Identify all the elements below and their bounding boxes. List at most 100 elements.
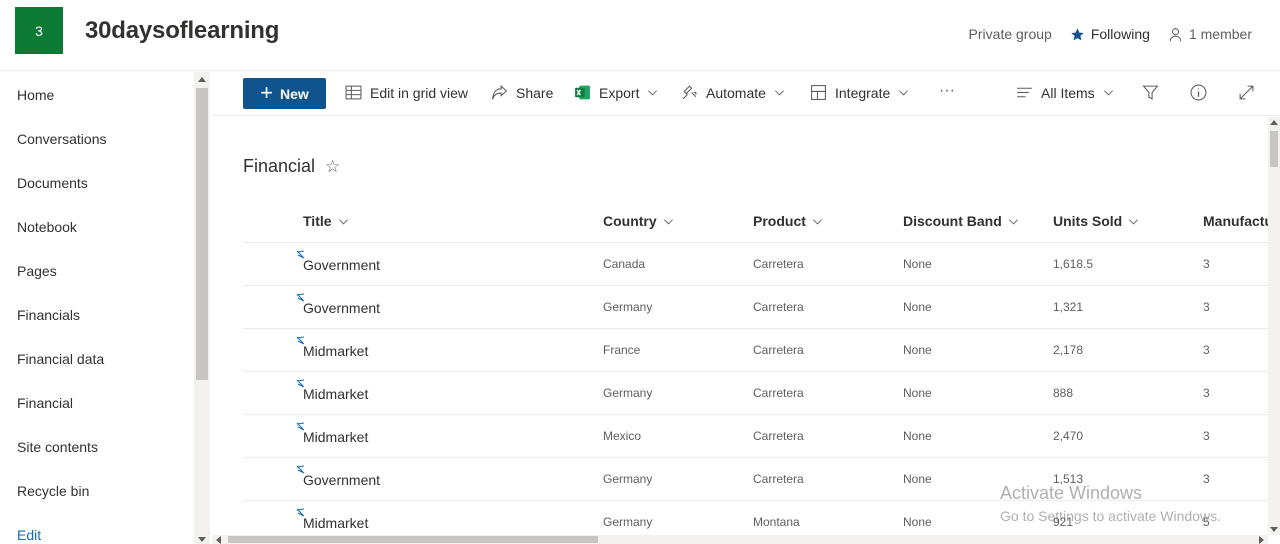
cell-manufacturing: 3 [1203, 343, 1210, 357]
members-label: 1 member [1188, 26, 1252, 42]
view-label: All Items [1041, 84, 1095, 101]
cell-country: France [603, 343, 641, 357]
cell-manufacturing: 3 [1203, 300, 1210, 314]
column-header-product[interactable]: Product [753, 213, 823, 229]
table-row[interactable]: Midmarket France Carretera None 2,178 3 [243, 328, 1268, 371]
cell-manufacturing: 3 [1203, 386, 1210, 400]
cell-product: Carretera [753, 386, 804, 400]
cell-title[interactable]: Government [303, 257, 380, 273]
site-title[interactable]: 30daysoflearning [85, 17, 279, 45]
site-logo[interactable]: 3 [15, 7, 63, 54]
header-actions: Private group Following 1 member [951, 26, 1252, 42]
chevron-down-icon [1008, 218, 1018, 224]
column-header-discount-band[interactable]: Discount Band [903, 213, 1019, 229]
grid-icon [345, 85, 362, 100]
cell-title[interactable]: Midmarket [303, 515, 368, 531]
edit-grid-button[interactable]: Edit in grid view [345, 84, 468, 101]
scroll-down-arrow[interactable] [198, 537, 206, 542]
nav-item-recycle-bin[interactable]: Recycle bin [17, 483, 89, 499]
nav-item-site-contents[interactable]: Site contents [17, 439, 98, 455]
table-row[interactable]: Midmarket Mexico Carretera None 2,470 3 [243, 414, 1268, 457]
scroll-up-arrow[interactable] [198, 77, 206, 82]
automate-button[interactable]: Automate [681, 84, 785, 101]
scroll-right-arrow[interactable] [1259, 536, 1264, 544]
column-header-label: Product [753, 213, 806, 229]
command-bar: + New Edit in grid view Share Export Aut… [212, 72, 1280, 116]
cell-title[interactable]: Government [303, 300, 380, 316]
share-button[interactable]: Share [491, 84, 553, 101]
following-button[interactable]: Following [1070, 26, 1150, 42]
integrate-icon [811, 85, 826, 100]
nav-item-documents[interactable]: Documents [17, 175, 88, 191]
info-icon [1190, 84, 1207, 101]
list-vertical-scrollbar[interactable] [1268, 117, 1280, 535]
cell-discount-band: None [903, 257, 932, 271]
more-options-button[interactable]: ··· [939, 82, 955, 100]
scroll-thumb[interactable] [1270, 131, 1278, 167]
members-button[interactable]: 1 member [1168, 26, 1252, 42]
integrate-button[interactable]: Integrate [810, 84, 909, 101]
cell-discount-band: None [903, 343, 932, 357]
column-header-units-sold[interactable]: Units Sold [1053, 213, 1139, 229]
nav-item-home[interactable]: Home [17, 87, 54, 103]
scroll-left-arrow[interactable] [216, 536, 221, 544]
table-row[interactable]: Government Germany Carretera None 1,513 … [243, 457, 1268, 500]
cell-product: Montana [753, 515, 800, 529]
following-label: Following [1090, 26, 1150, 42]
nav-item-notebook[interactable]: Notebook [17, 219, 77, 235]
cell-manufacturing: 3 [1203, 429, 1210, 443]
chevron-down-icon [663, 218, 673, 224]
cell-units-sold: 1,321 [1053, 300, 1084, 314]
nav-scrollbar[interactable] [194, 72, 210, 544]
privacy-label: Private group [968, 26, 1052, 42]
export-button[interactable]: Export [574, 84, 658, 101]
view-selector[interactable]: All Items [1016, 84, 1114, 101]
nav-item-financial[interactable]: Financial [17, 395, 73, 411]
nav-edit-link[interactable]: Edit [17, 527, 41, 543]
cell-discount-band: None [903, 472, 932, 486]
expand-icon [1239, 85, 1254, 100]
chevron-down-icon [899, 90, 909, 96]
cell-discount-band: None [903, 386, 932, 400]
cell-title[interactable]: Midmarket [303, 429, 368, 445]
cell-units-sold: 2,470 [1053, 429, 1084, 443]
share-icon [492, 84, 508, 100]
nav-item-conversations[interactable]: Conversations [17, 131, 107, 147]
nav-item-pages[interactable]: Pages [17, 263, 57, 279]
list-horizontal-scrollbar[interactable] [212, 535, 1268, 544]
column-header-label: Units Sold [1053, 213, 1123, 229]
table-row[interactable]: Government Germany Carretera None 1,321 … [243, 285, 1268, 328]
edit-grid-label: Edit in grid view [370, 84, 469, 101]
new-label: New [280, 85, 309, 102]
plus-icon: + [260, 79, 274, 105]
site-header: 3 30daysoflearning Private group Followi… [0, 0, 1280, 71]
info-button[interactable] [1190, 84, 1215, 101]
cell-title[interactable]: Midmarket [303, 343, 368, 359]
cell-country: Germany [603, 515, 653, 529]
nav-item-financial-data[interactable]: Financial data [17, 351, 104, 367]
cell-product: Carretera [753, 300, 804, 314]
scroll-up-arrow[interactable] [1270, 120, 1278, 125]
new-button[interactable]: + New [243, 78, 326, 109]
scroll-down-arrow[interactable] [1270, 527, 1278, 532]
cell-product: Carretera [753, 472, 804, 486]
column-header-manufacturing[interactable]: Manufactu [1203, 213, 1268, 229]
chevron-down-icon [1129, 218, 1139, 224]
nav-item-financials[interactable]: Financials [17, 307, 80, 323]
cell-title[interactable]: Midmarket [303, 386, 368, 402]
automate-label: Automate [706, 84, 766, 101]
column-header-country[interactable]: Country [603, 213, 674, 229]
star-filled-icon [1071, 27, 1084, 40]
table-row[interactable]: Midmarket Germany Carretera None 888 3 [243, 371, 1268, 414]
chevron-down-icon [1103, 90, 1113, 96]
scroll-thumb[interactable] [196, 88, 208, 380]
column-header-title[interactable]: Title [303, 213, 349, 229]
integrate-label: Integrate [835, 84, 891, 101]
favorite-star-icon[interactable]: ☆ [325, 157, 340, 177]
cell-title[interactable]: Government [303, 472, 380, 488]
expand-button[interactable] [1238, 84, 1263, 101]
filter-button[interactable] [1142, 84, 1167, 101]
table-row[interactable]: Government Canada Carretera None 1,618.5… [243, 242, 1268, 285]
scroll-thumb[interactable] [228, 536, 598, 543]
table-row[interactable]: Midmarket Germany Montana None 921 5 [243, 500, 1268, 535]
